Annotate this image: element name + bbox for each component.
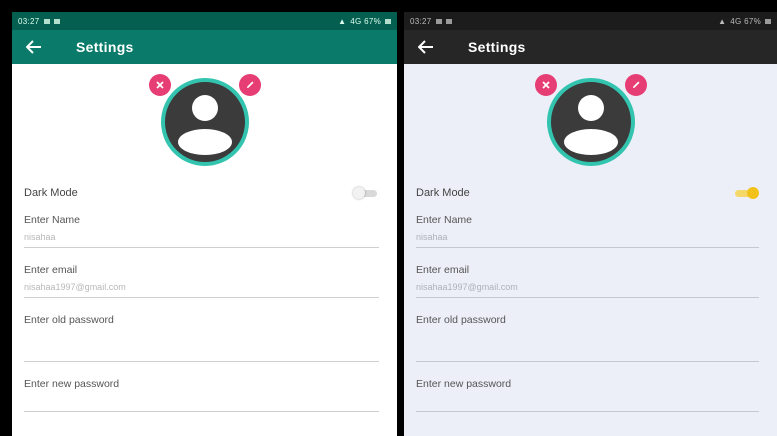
status-time: 03:27 xyxy=(18,16,40,26)
app-toolbar: Settings xyxy=(12,30,397,64)
signal-icon: ▲ xyxy=(718,16,727,26)
profile-avatar-section xyxy=(534,74,647,166)
email-field: Enter email nisahaa1997@gmail.com xyxy=(416,264,759,298)
old-password-label: Enter old password xyxy=(416,314,506,326)
name-field: Enter Name nisahaa xyxy=(416,214,759,248)
name-input[interactable]: nisahaa xyxy=(24,232,379,248)
avatar-person-icon xyxy=(563,95,618,155)
avatar[interactable] xyxy=(160,78,249,166)
notification-icon xyxy=(43,18,50,24)
old-password-input[interactable] xyxy=(416,332,759,362)
close-icon xyxy=(541,81,550,89)
old-password-label: Enter old password xyxy=(24,314,114,326)
toggle-knob xyxy=(353,187,365,199)
back-arrow-icon[interactable] xyxy=(26,37,52,57)
status-network: 4G 67% xyxy=(350,16,381,26)
dark-mode-toggle[interactable] xyxy=(353,187,379,199)
email-input[interactable]: nisahaa1997@gmail.com xyxy=(24,282,379,298)
page-title: Settings xyxy=(76,39,134,55)
email-input[interactable]: nisahaa1997@gmail.com xyxy=(416,282,759,298)
status-bar: 03:27 ▲ 4G 67% xyxy=(12,12,397,30)
notification-icon xyxy=(53,18,60,24)
email-field-label: Enter email xyxy=(416,264,470,276)
new-password-label: Enter new password xyxy=(24,378,120,390)
settings-form: Dark Mode Enter Name nisahaa Enter email… xyxy=(404,182,777,412)
dark-mode-toggle[interactable] xyxy=(733,187,759,199)
dark-mode-row: Dark Mode xyxy=(416,182,759,204)
avatar[interactable] xyxy=(546,78,635,166)
settings-screen-dark: 03:27 ▲ 4G 67% Settings Dark Mode Enter … xyxy=(404,12,777,436)
new-password-input[interactable] xyxy=(24,396,379,412)
status-bar: 03:27 ▲ 4G 67% xyxy=(404,12,777,30)
battery-icon xyxy=(385,18,391,24)
remove-photo-button[interactable] xyxy=(148,74,171,96)
avatar-person-icon xyxy=(177,95,232,155)
notification-icon xyxy=(435,18,442,24)
email-field-label: Enter email xyxy=(24,264,78,276)
new-password-field: Enter new password xyxy=(24,378,379,412)
remove-photo-button[interactable] xyxy=(534,74,557,96)
profile-avatar-section xyxy=(148,74,261,166)
edit-photo-button[interactable] xyxy=(238,74,261,96)
old-password-input[interactable] xyxy=(24,332,379,362)
notification-icon xyxy=(445,18,452,24)
new-password-label: Enter new password xyxy=(416,378,512,390)
battery-icon xyxy=(765,18,771,24)
pencil-icon xyxy=(246,81,253,88)
page-title: Settings xyxy=(468,39,526,55)
app-toolbar: Settings xyxy=(404,30,777,64)
pencil-icon xyxy=(632,81,639,88)
status-time: 03:27 xyxy=(410,16,432,26)
name-field-label: Enter Name xyxy=(24,214,81,226)
old-password-field: Enter old password xyxy=(416,314,759,362)
dark-mode-label: Dark Mode xyxy=(24,187,78,199)
name-field-label: Enter Name xyxy=(416,214,473,226)
settings-screen-light: 03:27 ▲ 4G 67% Settings Dark Mode Enter … xyxy=(12,12,397,436)
toggle-knob xyxy=(747,187,759,199)
old-password-field: Enter old password xyxy=(24,314,379,362)
name-field: Enter Name nisahaa xyxy=(24,214,379,248)
status-network: 4G 67% xyxy=(730,16,761,26)
new-password-input[interactable] xyxy=(416,396,759,412)
new-password-field: Enter new password xyxy=(416,378,759,412)
signal-icon: ▲ xyxy=(338,16,347,26)
dark-mode-row: Dark Mode xyxy=(24,182,379,204)
email-field: Enter email nisahaa1997@gmail.com xyxy=(24,264,379,298)
edit-photo-button[interactable] xyxy=(624,74,647,96)
dark-mode-label: Dark Mode xyxy=(416,187,470,199)
settings-form: Dark Mode Enter Name nisahaa Enter email… xyxy=(12,182,397,412)
close-icon xyxy=(155,81,164,89)
name-input[interactable]: nisahaa xyxy=(416,232,759,248)
back-arrow-icon[interactable] xyxy=(418,37,444,57)
